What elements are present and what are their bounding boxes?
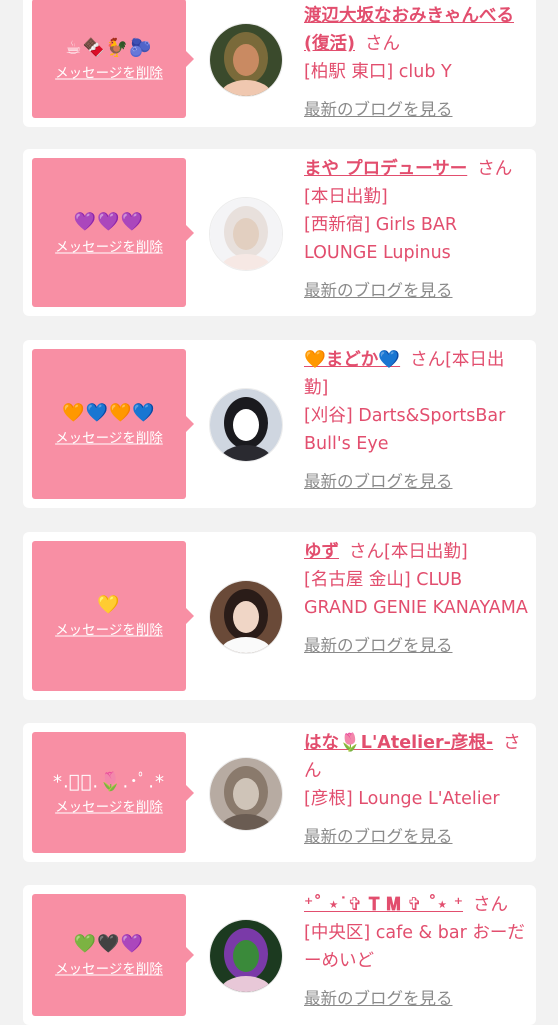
- message-content: 🧡💙🧡💙 メッセージを削除: [32, 401, 186, 448]
- cast-name-link[interactable]: ゆず: [304, 542, 339, 562]
- message-box: 💚🖤💜 メッセージを削除: [32, 894, 194, 1016]
- shop-name: [刈谷] Darts&SportsBar Bull's Eye: [304, 406, 506, 454]
- message-box: 🧡💙🧡💙 メッセージを削除: [32, 349, 194, 499]
- message-text: 💚🖤💜: [73, 933, 145, 955]
- cast-info: ⁺˚ ⋆˙✞ 𝐓 𝐌 ✞ ˚⋆ ⁺ さん [中央区] cafe & bar おーだー…: [304, 891, 528, 1013]
- name-line: まや プロデューサー さん[本日出勤]: [304, 155, 528, 211]
- delete-message-link[interactable]: メッセージを削除: [32, 238, 186, 256]
- avatar[interactable]: [209, 197, 283, 271]
- message-box: ☕🍫🐓🫐 メッセージを削除: [32, 0, 194, 118]
- latest-blog-link[interactable]: 最新のブログを見る: [304, 468, 528, 496]
- woman-photo-icon: [210, 920, 282, 992]
- cast-name-link[interactable]: 渡辺大坂なおみきゃんべる(復活): [304, 6, 514, 54]
- cast-info: はな🌷L'Atelier-彦根- さん [彦根] Lounge L'Atelier 最…: [304, 729, 528, 851]
- conversation-card: 💛 メッセージを削除 ゆず さん[本日出勤] [名古屋 金山] CLUB GRAND G…: [23, 532, 536, 700]
- shop-name: [彦根] Lounge L'Atelier: [304, 789, 500, 809]
- woman-photo-icon: [210, 389, 282, 461]
- message-box: 💜💜💜 メッセージを削除: [32, 158, 194, 307]
- hair-photo-icon: [210, 758, 282, 830]
- cast-name-link[interactable]: ⁺˚ ⋆˙✞ 𝐓 𝐌 ✞ ˚⋆ ⁺: [304, 895, 463, 915]
- cast-info: ゆず さん[本日出勤] [名古屋 金山] CLUB GRAND GENIE KANA…: [304, 538, 528, 660]
- message-content: *.ﾟ･.🌷.･ﾟ.* メッセージを削除: [32, 769, 186, 816]
- delete-message-link[interactable]: メッセージを削除: [32, 961, 186, 979]
- delete-message-link[interactable]: メッセージを削除: [32, 64, 186, 82]
- name-line: ⁺˚ ⋆˙✞ 𝐓 𝐌 ✞ ˚⋆ ⁺ さん: [304, 891, 528, 919]
- honorific: さん: [365, 34, 400, 54]
- woman-photo-icon: [210, 24, 282, 96]
- message-box: *.ﾟ･.🌷.･ﾟ.* メッセージを削除: [32, 732, 194, 853]
- avatar[interactable]: [209, 580, 283, 654]
- message-content: 💛 メッセージを削除: [32, 593, 186, 640]
- conversation-card: 💚🖤💜 メッセージを削除 ⁺˚ ⋆˙✞ 𝐓 𝐌 ✞ ˚⋆ ⁺ さん [中央区] cafe…: [23, 885, 536, 1025]
- shop-name: [西新宿] Girls BAR LOUNGE Lupinus: [304, 215, 458, 263]
- name-line: 🧡まどか💙 さん[本日出勤]: [304, 346, 528, 402]
- avatar[interactable]: [209, 388, 283, 462]
- woman-photo-icon: [210, 198, 282, 270]
- message-content: ☕🍫🐓🫐 メッセージを削除: [32, 35, 186, 82]
- cast-info: 渡辺大坂なおみきゃんべる(復活) さん [柏駅 東口] club Y 最新のブログを見…: [304, 2, 528, 124]
- shop-name: [中央区] cafe & bar おーだーめいど: [304, 923, 525, 971]
- honorific: さん[本日出勤]: [349, 542, 468, 562]
- avatar[interactable]: [209, 23, 283, 97]
- message-box: 💛 メッセージを削除: [32, 541, 194, 691]
- latest-blog-link[interactable]: 最新のブログを見る: [304, 985, 528, 1013]
- name-line: はな🌷L'Atelier-彦根- さん: [304, 729, 528, 785]
- honorific: さん: [473, 895, 509, 915]
- avatar[interactable]: [209, 919, 283, 993]
- message-text: 💛: [97, 594, 121, 616]
- shop-name: [名古屋 金山] CLUB GRAND GENIE KANAYAMA: [304, 570, 528, 618]
- message-text: *.ﾟ･.🌷.･ﾟ.*: [53, 771, 165, 792]
- cast-info: まや プロデューサー さん[本日出勤] [西新宿] Girls BAR LOUNGE…: [304, 155, 528, 305]
- conversation-card: ☕🍫🐓🫐 メッセージを削除 渡辺大坂なおみきゃんべる(復活) さん [柏駅 東口] cl…: [23, 0, 536, 127]
- latest-blog-link[interactable]: 最新のブログを見る: [304, 632, 528, 660]
- name-line: 渡辺大坂なおみきゃんべる(復活) さん: [304, 2, 528, 58]
- cast-name-link[interactable]: まや プロデューサー: [304, 159, 467, 179]
- latest-blog-link[interactable]: 最新のブログを見る: [304, 823, 528, 851]
- message-text: 🧡💙🧡💙: [62, 402, 156, 424]
- message-content: 💚🖤💜 メッセージを削除: [32, 932, 186, 979]
- conversation-card: 💜💜💜 メッセージを削除 まや プロデューサー さん[本日出勤] [西新宿] Girls…: [23, 149, 536, 316]
- delete-message-link[interactable]: メッセージを削除: [32, 798, 186, 816]
- message-content: 💜💜💜 メッセージを削除: [32, 209, 186, 256]
- cast-info: 🧡まどか💙 さん[本日出勤] [刈谷] Darts&SportsBar Bull's…: [304, 346, 528, 496]
- conversation-card: 🧡💙🧡💙 メッセージを削除 🧡まどか💙 さん[本日出勤] [刈谷] Darts&Spor…: [23, 340, 536, 508]
- woman-photo-icon: [210, 581, 282, 653]
- shop-name: [柏駅 東口] club Y: [304, 62, 452, 82]
- latest-blog-link[interactable]: 最新のブログを見る: [304, 96, 528, 124]
- message-text: 💜💜💜: [73, 211, 145, 232]
- message-text: ☕🍫🐓🫐: [65, 37, 153, 58]
- cast-name-link[interactable]: 🧡まどか💙: [304, 350, 400, 370]
- latest-blog-link[interactable]: 最新のブログを見る: [304, 277, 528, 305]
- name-line: ゆず さん[本日出勤]: [304, 538, 528, 566]
- avatar[interactable]: [209, 757, 283, 831]
- delete-message-link[interactable]: メッセージを削除: [32, 430, 186, 448]
- conversation-card: *.ﾟ･.🌷.･ﾟ.* メッセージを削除 はな🌷L'Atelier-彦根- さん [彦根…: [23, 723, 536, 862]
- cast-name-link[interactable]: はな🌷L'Atelier-彦根-: [304, 733, 493, 753]
- delete-message-link[interactable]: メッセージを削除: [32, 622, 186, 640]
- message-list: ☕🍫🐓🫐 メッセージを削除 渡辺大坂なおみきゃんべる(復活) さん [柏駅 東口] cl…: [0, 0, 558, 1025]
